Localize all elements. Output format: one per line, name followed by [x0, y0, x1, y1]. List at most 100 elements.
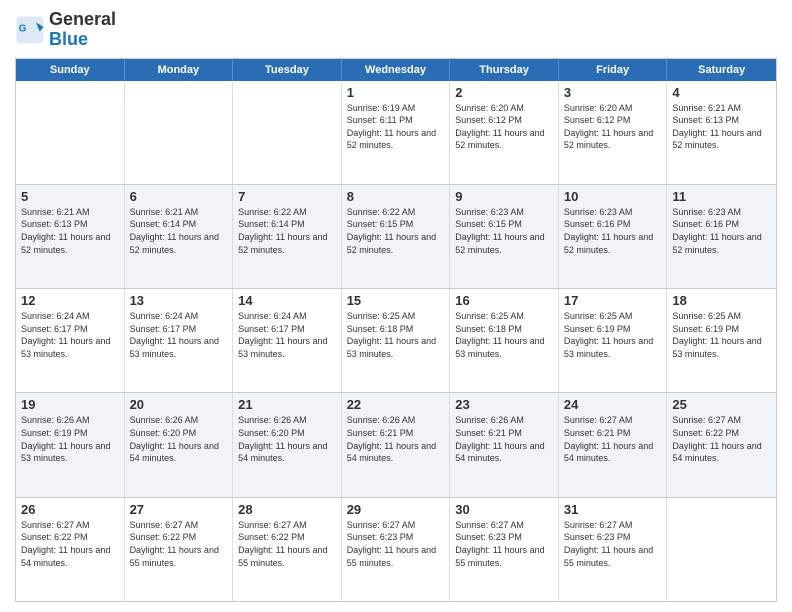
day-number: 13: [130, 293, 228, 308]
day-number: 1: [347, 85, 445, 100]
day-info: Sunrise: 6:27 AM Sunset: 6:21 PM Dayligh…: [564, 414, 662, 464]
day-info: Sunrise: 6:23 AM Sunset: 6:15 PM Dayligh…: [455, 206, 553, 256]
calendar-cell: 13 Sunrise: 6:24 AM Sunset: 6:17 PM Dayli…: [125, 289, 234, 392]
day-info: Sunrise: 6:27 AM Sunset: 6:22 PM Dayligh…: [238, 519, 336, 569]
day-number: 14: [238, 293, 336, 308]
day-info: Sunrise: 6:25 AM Sunset: 6:19 PM Dayligh…: [672, 310, 771, 360]
day-number: 19: [21, 397, 119, 412]
day-number: 22: [347, 397, 445, 412]
svg-text:G: G: [19, 23, 27, 34]
day-info: Sunrise: 6:23 AM Sunset: 6:16 PM Dayligh…: [672, 206, 771, 256]
day-info: Sunrise: 6:26 AM Sunset: 6:19 PM Dayligh…: [21, 414, 119, 464]
day-number: 9: [455, 189, 553, 204]
calendar-cell: 21 Sunrise: 6:26 AM Sunset: 6:20 PM Dayli…: [233, 393, 342, 496]
day-info: Sunrise: 6:23 AM Sunset: 6:16 PM Dayligh…: [564, 206, 662, 256]
day-number: 10: [564, 189, 662, 204]
day-number: 31: [564, 502, 662, 517]
day-info: Sunrise: 6:26 AM Sunset: 6:20 PM Dayligh…: [130, 414, 228, 464]
calendar-cell: 10 Sunrise: 6:23 AM Sunset: 6:16 PM Dayli…: [559, 185, 668, 288]
day-number: 11: [672, 189, 771, 204]
calendar-cell: 15Sunrise: 6:25 AM Sunset: 6:18 PM Dayli…: [342, 289, 451, 392]
calendar-cell: 28 Sunrise: 6:27 AM Sunset: 6:22 PM Dayli…: [233, 498, 342, 601]
day-info: Sunrise: 6:19 AM Sunset: 6:11 PM Dayligh…: [347, 102, 445, 152]
calendar-cell: 11 Sunrise: 6:23 AM Sunset: 6:16 PM Dayli…: [667, 185, 776, 288]
day-info: Sunrise: 6:27 AM Sunset: 6:22 PM Dayligh…: [130, 519, 228, 569]
calendar-cell: 14 Sunrise: 6:24 AM Sunset: 6:17 PM Dayli…: [233, 289, 342, 392]
day-number: 25: [672, 397, 771, 412]
calendar-cell: 5 Sunrise: 6:21 AM Sunset: 6:13 PM Daylig…: [16, 185, 125, 288]
day-info: Sunrise: 6:25 AM Sunset: 6:18 PM Dayligh…: [347, 310, 445, 360]
calendar-cell: 3 Sunrise: 6:20 AM Sunset: 6:12 PM Daylig…: [559, 81, 668, 184]
calendar-cell: 7Sunrise: 6:22 AM Sunset: 6:14 PM Daylig…: [233, 185, 342, 288]
calendar-cell: 12 Sunrise: 6:24 AM Sunset: 6:17 PM Dayli…: [16, 289, 125, 392]
header-day-saturday: Saturday: [667, 59, 776, 81]
day-info: Sunrise: 6:25 AM Sunset: 6:18 PM Dayligh…: [455, 310, 553, 360]
header-day-wednesday: Wednesday: [342, 59, 451, 81]
calendar-cell: 4Sunrise: 6:21 AM Sunset: 6:13 PM Daylig…: [667, 81, 776, 184]
logo: G General Blue: [15, 10, 116, 50]
day-info: Sunrise: 6:20 AM Sunset: 6:12 PM Dayligh…: [455, 102, 553, 152]
calendar-cell: [16, 81, 125, 184]
calendar-cell: 27 Sunrise: 6:27 AM Sunset: 6:22 PM Dayli…: [125, 498, 234, 601]
calendar-cell: 25 Sunrise: 6:27 AM Sunset: 6:22 PM Dayli…: [667, 393, 776, 496]
calendar-cell: [667, 498, 776, 601]
calendar-cell: 6 Sunrise: 6:21 AM Sunset: 6:14 PM Daylig…: [125, 185, 234, 288]
logo-line2: Blue: [49, 30, 116, 50]
day-info: Sunrise: 6:26 AM Sunset: 6:20 PM Dayligh…: [238, 414, 336, 464]
calendar-cell: 31Sunrise: 6:27 AM Sunset: 6:23 PM Dayli…: [559, 498, 668, 601]
header-day-monday: Monday: [125, 59, 234, 81]
day-number: 2: [455, 85, 553, 100]
calendar-row-1: 5 Sunrise: 6:21 AM Sunset: 6:13 PM Daylig…: [16, 184, 776, 288]
calendar-cell: 23 Sunrise: 6:26 AM Sunset: 6:21 PM Dayli…: [450, 393, 559, 496]
calendar-cell: [233, 81, 342, 184]
day-info: Sunrise: 6:27 AM Sunset: 6:22 PM Dayligh…: [21, 519, 119, 569]
day-number: 12: [21, 293, 119, 308]
header-day-tuesday: Tuesday: [233, 59, 342, 81]
calendar-cell: [125, 81, 234, 184]
day-number: 26: [21, 502, 119, 517]
day-info: Sunrise: 6:20 AM Sunset: 6:12 PM Dayligh…: [564, 102, 662, 152]
calendar-cell: 22 Sunrise: 6:26 AM Sunset: 6:21 PM Dayli…: [342, 393, 451, 496]
calendar-header: SundayMondayTuesdayWednesdayThursdayFrid…: [16, 59, 776, 81]
calendar-row-0: 1 Sunrise: 6:19 AM Sunset: 6:11 PM Daylig…: [16, 81, 776, 184]
day-info: Sunrise: 6:24 AM Sunset: 6:17 PM Dayligh…: [130, 310, 228, 360]
calendar-cell: 30Sunrise: 6:27 AM Sunset: 6:23 PM Dayli…: [450, 498, 559, 601]
day-info: Sunrise: 6:26 AM Sunset: 6:21 PM Dayligh…: [347, 414, 445, 464]
calendar-cell: 2 Sunrise: 6:20 AM Sunset: 6:12 PM Daylig…: [450, 81, 559, 184]
day-info: Sunrise: 6:21 AM Sunset: 6:13 PM Dayligh…: [21, 206, 119, 256]
day-number: 23: [455, 397, 553, 412]
calendar-body: 1 Sunrise: 6:19 AM Sunset: 6:11 PM Daylig…: [16, 81, 776, 601]
day-number: 24: [564, 397, 662, 412]
calendar-cell: 18 Sunrise: 6:25 AM Sunset: 6:19 PM Dayli…: [667, 289, 776, 392]
day-number: 18: [672, 293, 771, 308]
calendar-cell: 24 Sunrise: 6:27 AM Sunset: 6:21 PM Dayli…: [559, 393, 668, 496]
day-number: 7: [238, 189, 336, 204]
day-number: 30: [455, 502, 553, 517]
calendar-cell: 8Sunrise: 6:22 AM Sunset: 6:15 PM Daylig…: [342, 185, 451, 288]
day-info: Sunrise: 6:21 AM Sunset: 6:14 PM Dayligh…: [130, 206, 228, 256]
calendar: SundayMondayTuesdayWednesdayThursdayFrid…: [15, 58, 777, 602]
header-day-thursday: Thursday: [450, 59, 559, 81]
calendar-cell: 29Sunrise: 6:27 AM Sunset: 6:23 PM Dayli…: [342, 498, 451, 601]
header-day-sunday: Sunday: [16, 59, 125, 81]
calendar-cell: 17Sunrise: 6:25 AM Sunset: 6:19 PM Dayli…: [559, 289, 668, 392]
calendar-cell: 19 Sunrise: 6:26 AM Sunset: 6:19 PM Dayli…: [16, 393, 125, 496]
day-info: Sunrise: 6:26 AM Sunset: 6:21 PM Dayligh…: [455, 414, 553, 464]
logo-icon: G: [15, 15, 45, 45]
day-number: 5: [21, 189, 119, 204]
day-info: Sunrise: 6:27 AM Sunset: 6:22 PM Dayligh…: [672, 414, 771, 464]
day-info: Sunrise: 6:25 AM Sunset: 6:19 PM Dayligh…: [564, 310, 662, 360]
day-number: 16: [455, 293, 553, 308]
day-number: 6: [130, 189, 228, 204]
day-number: 3: [564, 85, 662, 100]
day-number: 20: [130, 397, 228, 412]
calendar-cell: 20 Sunrise: 6:26 AM Sunset: 6:20 PM Dayli…: [125, 393, 234, 496]
day-number: 21: [238, 397, 336, 412]
day-number: 8: [347, 189, 445, 204]
day-number: 27: [130, 502, 228, 517]
day-info: Sunrise: 6:24 AM Sunset: 6:17 PM Dayligh…: [21, 310, 119, 360]
day-info: Sunrise: 6:24 AM Sunset: 6:17 PM Dayligh…: [238, 310, 336, 360]
calendar-cell: 16 Sunrise: 6:25 AM Sunset: 6:18 PM Dayli…: [450, 289, 559, 392]
calendar-row-4: 26 Sunrise: 6:27 AM Sunset: 6:22 PM Dayli…: [16, 497, 776, 601]
day-number: 28: [238, 502, 336, 517]
